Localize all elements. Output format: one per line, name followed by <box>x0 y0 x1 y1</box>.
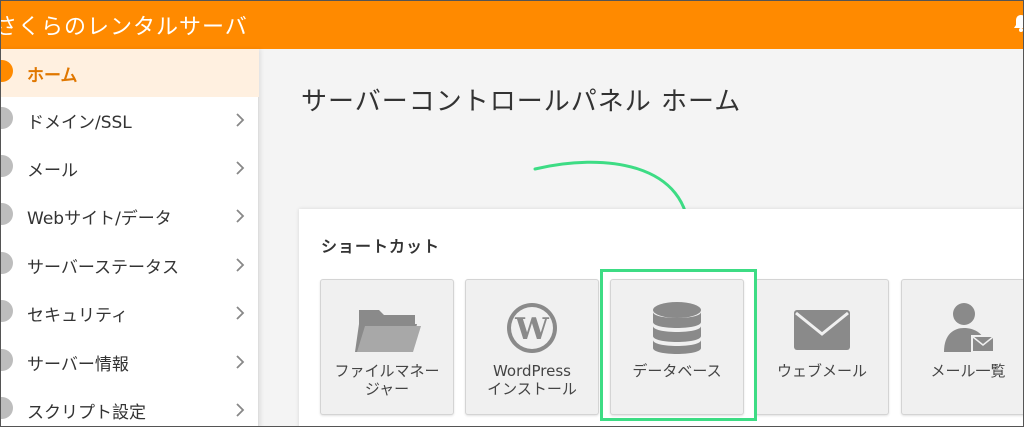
chevron-right-icon <box>236 161 245 175</box>
tile-label: インストール <box>487 380 577 398</box>
folder-icon <box>355 310 421 352</box>
shortcut-wordpress[interactable]: W WordPress インストール <box>465 279 599 415</box>
sidebar-item-mail[interactable]: メール <box>1 144 259 192</box>
sidebar-item-label: ドメイン/SSL <box>27 113 132 133</box>
mail-user-icon <box>944 303 995 353</box>
sidebar-item-web-data[interactable]: Webサイト/データ <box>1 192 259 240</box>
sidebar-item-script-settings[interactable]: スクリプト設定 <box>1 386 259 426</box>
home-icon <box>1 60 13 82</box>
status-icon <box>1 252 13 274</box>
chevron-right-icon <box>236 209 245 223</box>
mail-icon <box>1 155 13 177</box>
wordpress-icon: W <box>507 303 557 353</box>
shortcut-title: ショートカット <box>321 237 441 256</box>
app-title[interactable]: さくらのレンタルサーバ <box>1 9 248 41</box>
sidebar-item-server-status[interactable]: サーバーステータス <box>1 241 259 289</box>
chevron-right-icon <box>236 306 245 320</box>
web-icon <box>1 203 13 225</box>
sidebar-item-label: Webサイト/データ <box>27 209 172 229</box>
bell-icon[interactable] <box>1013 14 1024 32</box>
chevron-right-icon <box>236 113 245 127</box>
tile-label: ファイルマネー <box>334 362 440 380</box>
shortcut-file-manager[interactable]: ファイルマネー ジャー <box>320 279 454 415</box>
tile-label: メール一覧 <box>930 362 1006 380</box>
sidebar-item-label: スクリプト設定 <box>27 403 146 423</box>
script-icon <box>1 397 13 419</box>
domain-icon <box>1 107 13 129</box>
shortcut-webmail[interactable]: ウェブメール <box>755 279 889 415</box>
page-title: サーバーコントロールパネル ホーム <box>301 87 742 117</box>
shortcut-mail-list[interactable]: メール一覧 <box>901 279 1023 415</box>
sidebar-item-security[interactable]: セキュリティ <box>1 289 259 337</box>
tile-label: WordPress <box>492 362 572 380</box>
svg-text:W: W <box>514 312 550 347</box>
chevron-right-icon <box>236 403 245 417</box>
envelope-icon <box>794 310 850 350</box>
sidebar: ホーム ドメイン/SSL メール Webサイト/データ サーバーステータス セキ… <box>1 49 259 426</box>
tile-label: ジャー <box>364 380 410 398</box>
sidebar-item-label: ホーム <box>27 66 78 86</box>
sidebar-item-home[interactable]: ホーム <box>1 49 259 97</box>
sidebar-item-domain-ssl[interactable]: ドメイン/SSL <box>1 96 259 144</box>
chevron-right-icon <box>236 355 245 369</box>
sidebar-item-label: サーバーステータス <box>27 258 179 278</box>
sidebar-item-server-info[interactable]: サーバー情報 <box>1 338 259 386</box>
sidebar-item-label: サーバー情報 <box>27 355 129 375</box>
server-info-icon <box>1 349 13 371</box>
sidebar-item-label: セキュリティ <box>27 306 128 326</box>
highlight-box <box>600 269 757 421</box>
security-icon <box>1 300 13 322</box>
tile-label: ウェブメール <box>776 362 867 380</box>
sidebar-item-label: メール <box>27 161 78 181</box>
app-window: さくらのレンタルサーバ ホーム ドメイン/SSL メール Webサイト/データ <box>0 0 1024 427</box>
chevron-right-icon <box>236 258 245 272</box>
top-header: さくらのレンタルサーバ <box>1 1 1024 49</box>
